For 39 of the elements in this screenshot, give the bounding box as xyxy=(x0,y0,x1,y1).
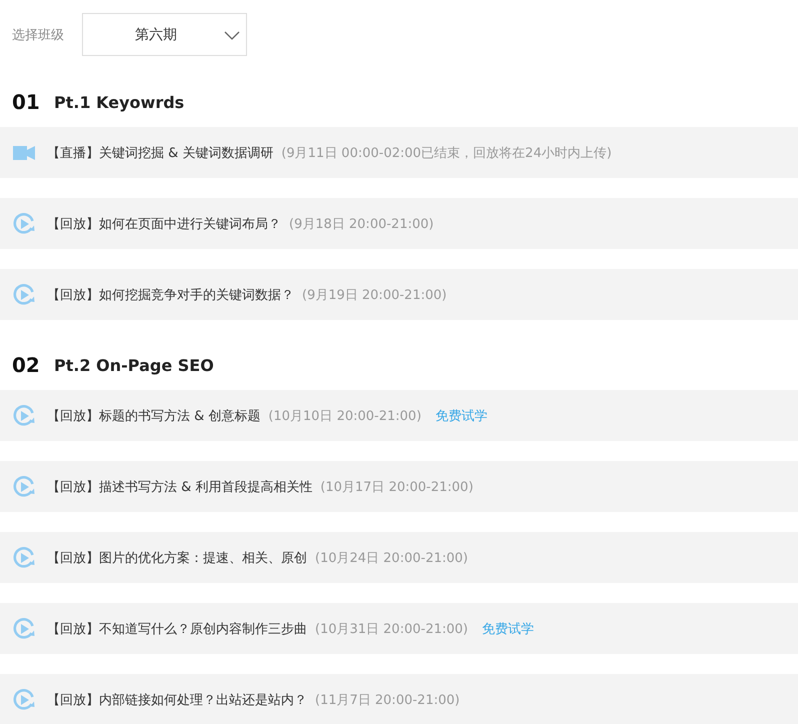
lesson-title: 【回放】如何挖掘竞争对手的关键词数据？ xyxy=(47,286,294,304)
section-title: Pt.1 Keyowrds xyxy=(54,92,184,112)
replay-icon xyxy=(13,476,35,498)
replay-icon xyxy=(13,546,35,568)
replay-icon xyxy=(13,284,35,306)
lesson-title: 【回放】标题的书写方法 & 创意标题 xyxy=(47,408,260,424)
lesson-time: (9月11日 00:00-02:00已结束，回放将在24小时内上传) xyxy=(281,144,612,162)
replay-icon xyxy=(13,618,35,640)
lesson-row[interactable]: 【回放】描述书写方法 & 利用首段提高相关性 (10月17日 20:00-21:00) xyxy=(0,461,798,512)
caret-icon xyxy=(224,31,240,40)
lesson-title: 【回放】不知道写什么？原创内容制作三步曲 xyxy=(47,620,307,638)
replay-icon xyxy=(13,404,35,426)
video-camera-icon xyxy=(13,146,35,160)
class-dropdown[interactable]: 第六期 xyxy=(82,13,247,56)
lesson-time: (9月19日 20:00-21:00) xyxy=(302,286,447,304)
replay-icon xyxy=(13,212,35,234)
lesson-title: 【直播】关键词挖掘 & 关键词数据调研 xyxy=(47,144,274,162)
section-number: 02 xyxy=(12,353,41,377)
lesson-time: (10月17日 20:00-21:00) xyxy=(320,478,474,496)
select-label: 选择班级 xyxy=(12,26,65,44)
lesson-row[interactable]: 【回放】标题的书写方法 & 创意标题 (10月10日 20:00-21:00) 免费试学 xyxy=(0,390,798,441)
lesson-row[interactable]: 【回放】如何在页面中进行关键词布局？ (9月18日 20:00-21:00) xyxy=(0,198,798,249)
lesson-time: (10月10日 20:00-21:00) xyxy=(268,408,422,424)
lesson-title: 【回放】描述书写方法 & 利用首段提高相关性 xyxy=(47,478,312,496)
lesson-time: (9月18日 20:00-21:00) xyxy=(289,216,434,232)
lesson-time: (10月31日 20:00-21:00) xyxy=(315,620,468,638)
replay-icon xyxy=(13,688,35,710)
lesson-title: 【回放】图片的优化方案：提速、相关、原创 xyxy=(47,550,307,566)
section-title: Pt.2 On-Page SEO xyxy=(54,356,214,374)
lesson-row[interactable]: 【直播】关键词挖掘 & 关键词数据调研 (9月11日 00:00-02:00已结束，回放将在24小时内上传) xyxy=(0,127,798,178)
lesson-time: (10月24日 20:00-21:00) xyxy=(315,550,468,566)
lesson-row[interactable]: 【回放】内部链接如何处理？出站还是站内？ (11月7日 20:00-21:00) xyxy=(0,674,798,724)
section-number: 01 xyxy=(12,90,41,114)
lesson-time: (11月7日 20:00-21:00) xyxy=(315,692,460,708)
lesson-row[interactable]: 【回放】如何挖掘竞争对手的关键词数据？ (9月19日 20:00-21:00) xyxy=(0,269,798,320)
lesson-title: 【回放】内部链接如何处理？出站还是站内？ xyxy=(47,692,307,708)
lesson-title: 【回放】如何在页面中进行关键词布局？ xyxy=(47,216,281,232)
lesson-row[interactable]: 【回放】不知道写什么？原创内容制作三步曲 (10月31日 20:00-21:00) 免费试学 xyxy=(0,603,798,654)
lesson-row[interactable]: 【回放】图片的优化方案：提速、相关、原创 (10月24日 20:00-21:00) xyxy=(0,532,798,583)
